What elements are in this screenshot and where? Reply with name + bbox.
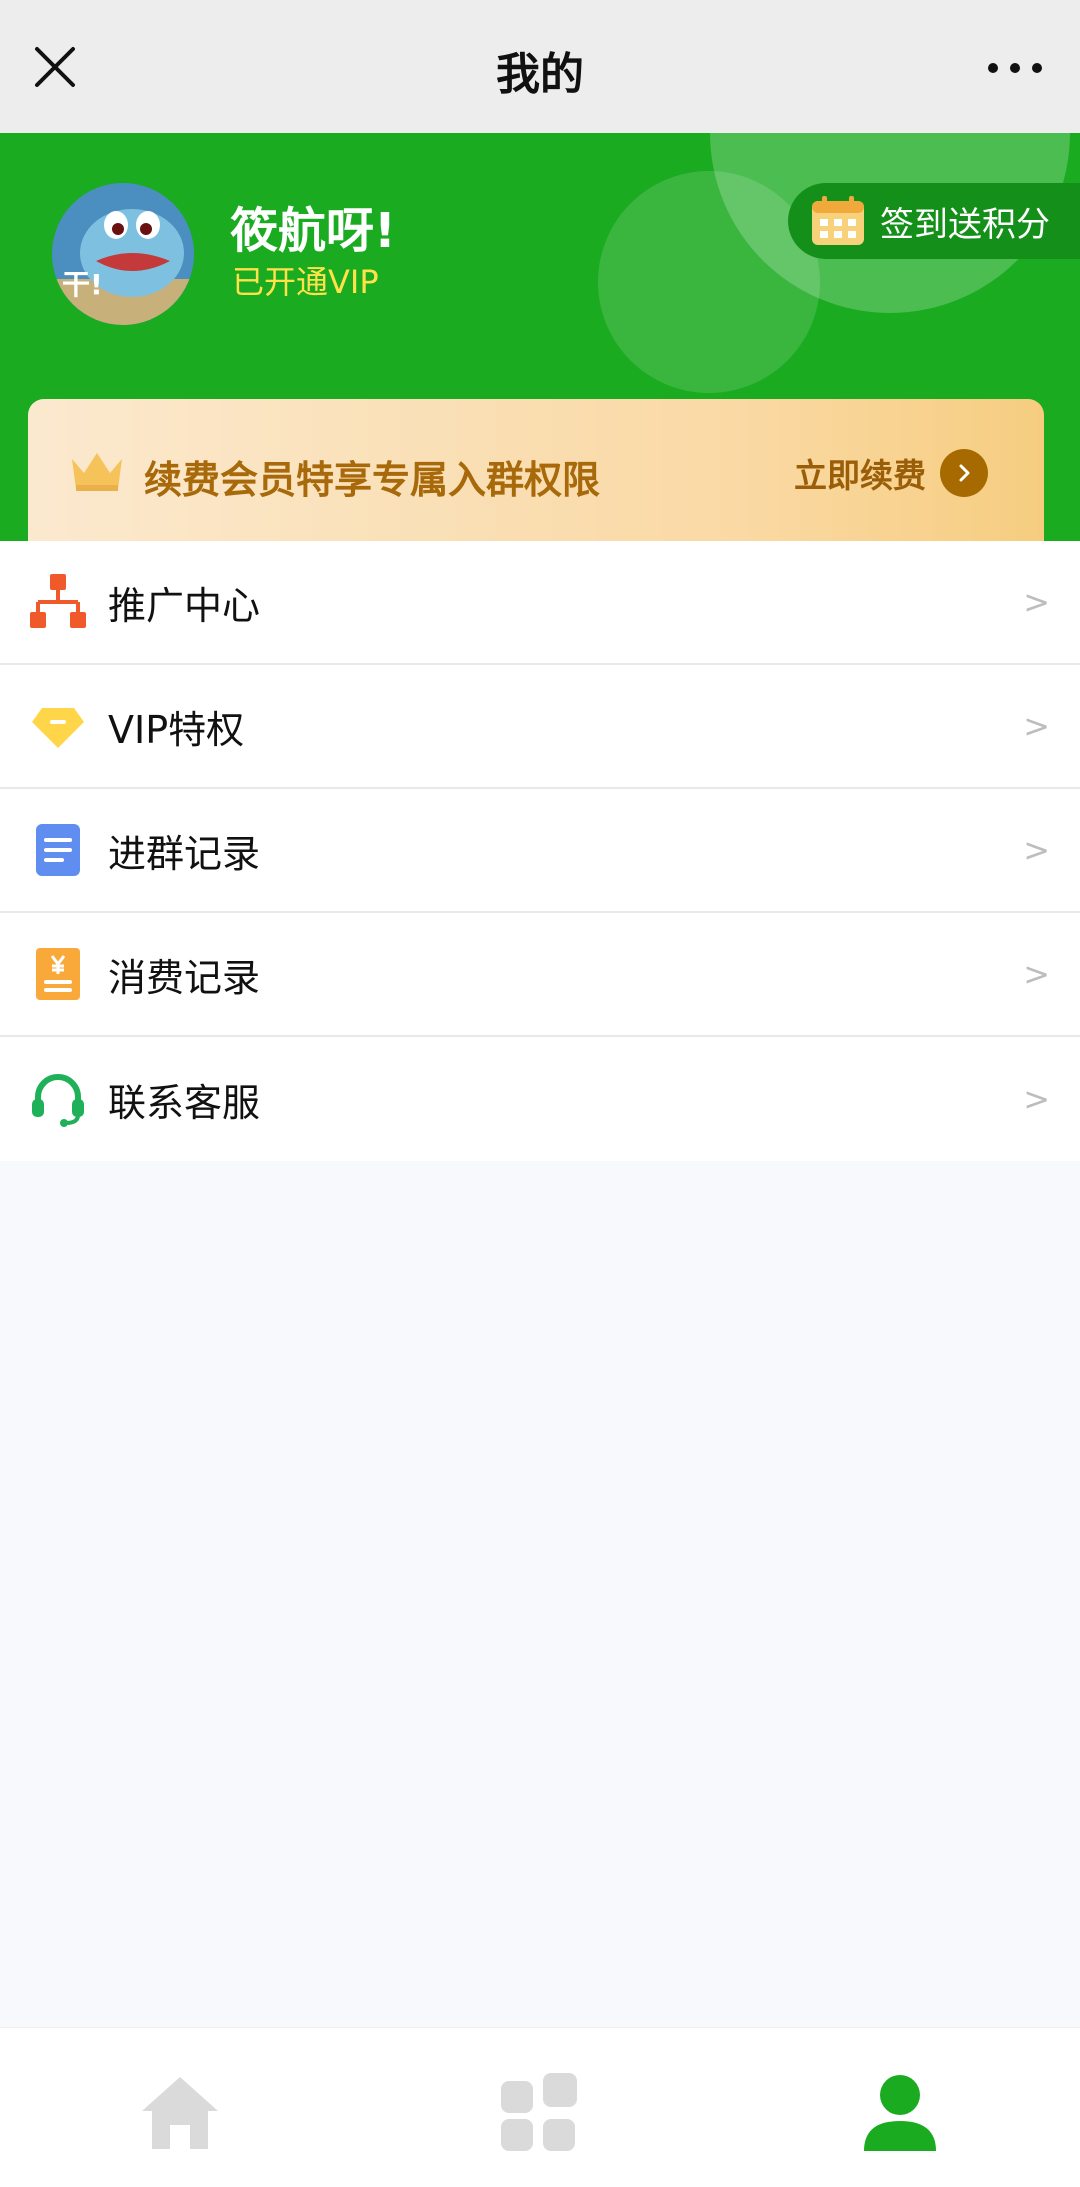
menu-label: 推广中心 [108, 583, 261, 628]
renew-button[interactable]: 立即续费 [794, 449, 988, 497]
renew-banner[interactable]: 续费会员特享专属入群权限 立即续费 [28, 399, 1044, 541]
user-icon [864, 2075, 936, 2151]
avatar[interactable]: 干! [52, 183, 194, 325]
decor-circle [598, 171, 820, 393]
menu-item-customer-service[interactable]: 联系客服 > [0, 1037, 1080, 1161]
chevron-right-icon: > [1023, 955, 1050, 993]
diamond-icon [32, 708, 84, 748]
more-button[interactable] [980, 44, 1050, 92]
tab-bar [0, 2027, 1080, 2187]
profile-header: 干! 筱航呀! 已开通VIP 签到送积分 续费会员特享专属入群权限 立即续费 [0, 133, 1080, 541]
crown-icon [72, 453, 122, 491]
chevron-right-icon: > [1023, 1080, 1050, 1118]
menu-label: 消费记录 [108, 955, 261, 1000]
menu-item-promotion[interactable]: 推广中心 > [0, 541, 1080, 665]
username: 筱航呀! [230, 203, 396, 259]
home-icon [142, 2077, 218, 2149]
menu-item-spending-records[interactable]: 消费记录 > [0, 913, 1080, 1037]
menu-list: 推广中心 > VIP特权 > 进群记录 > 消费记录 > 联系客服 > [0, 541, 1080, 1161]
receipt-icon [36, 948, 80, 1000]
apps-icon [501, 2073, 577, 2151]
checkin-button[interactable]: 签到送积分 [788, 183, 1080, 259]
menu-item-vip[interactable]: VIP特权 > [0, 665, 1080, 789]
avatar-badge: 干! [62, 268, 103, 301]
banner-text: 续费会员特享专属入群权限 [144, 458, 601, 502]
menu-label: 进群记录 [108, 831, 261, 876]
chevron-right-icon: > [1023, 831, 1050, 869]
chevron-right-icon: > [1023, 583, 1050, 621]
tab-home[interactable] [135, 2068, 225, 2158]
menu-item-group-records[interactable]: 进群记录 > [0, 789, 1080, 913]
headset-icon [32, 1074, 84, 1127]
title-bar: 我的 [0, 0, 1080, 133]
menu-label: VIP特权 [108, 707, 245, 752]
document-icon [36, 824, 80, 876]
tab-me[interactable] [855, 2068, 945, 2158]
checkin-label: 签到送积分 [880, 204, 1050, 245]
renew-label: 立即续费 [794, 456, 926, 495]
page-title: 我的 [496, 49, 584, 100]
menu-label: 联系客服 [108, 1080, 261, 1125]
chevron-right-icon [940, 449, 988, 497]
tab-apps[interactable] [494, 2068, 584, 2158]
avatar-image [52, 183, 194, 325]
vip-status: 已开通VIP [232, 263, 379, 301]
page: 我的 干! 筱航呀! 已开通VIP 签到送积分 续费会员特享专属入群权限 立即续… [0, 0, 1080, 2187]
calendar-icon [812, 196, 864, 245]
chevron-right-icon: > [1023, 707, 1050, 745]
more-icon [988, 63, 1042, 73]
org-chart-icon [30, 574, 86, 628]
